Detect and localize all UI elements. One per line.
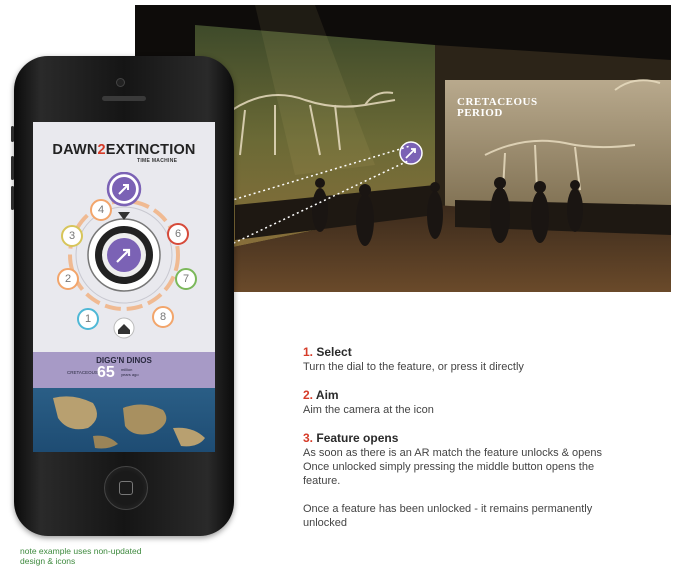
app-title: DAWN2EXTINCTION xyxy=(33,142,215,158)
era-unit: million years ago xyxy=(121,367,139,377)
step-1-description: Turn the dial to the feature, or press i… xyxy=(303,361,524,373)
dial-option-6[interactable]: 6 xyxy=(167,223,189,245)
phone-home-button[interactable] xyxy=(104,466,148,510)
feature-name: DIGG'N DINOS xyxy=(96,356,152,365)
title-dawn: DAWN xyxy=(52,142,98,158)
instructions: 1. Select Turn the dial to the feature, … xyxy=(303,345,663,530)
phone-speaker xyxy=(102,96,146,101)
step-2-number: 2. xyxy=(303,388,314,402)
title-two: 2 xyxy=(97,142,106,158)
step-2-description: Aim the camera at the icon xyxy=(303,404,434,416)
title-extinction: EXTINCTION xyxy=(105,142,196,158)
phone-camera xyxy=(116,78,125,87)
dial-option-1[interactable]: 1 xyxy=(77,308,99,330)
step-select: 1. Select Turn the dial to the feature, … xyxy=(303,345,663,374)
step-1-title: Select xyxy=(316,345,352,359)
dial-option-8[interactable]: 8 xyxy=(152,306,174,328)
app-screen: DAWN2EXTINCTION TIME MACHINE 4 3 2 1 6 7… xyxy=(33,122,215,452)
step-2-title: Aim xyxy=(315,388,339,402)
dial-option-3[interactable]: 3 xyxy=(61,225,83,247)
design-footnote: note example uses non-updated design & i… xyxy=(20,546,142,566)
final-note: Once a feature has been unlocked - it re… xyxy=(303,503,593,529)
phone-mockup: DAWN2EXTINCTION TIME MACHINE 4 3 2 1 6 7… xyxy=(11,56,234,536)
volume-up-button xyxy=(11,156,14,180)
step-3-number: 3. xyxy=(303,431,314,445)
map-continents xyxy=(53,396,205,449)
volume-down-button xyxy=(11,186,14,210)
step-3-description: As soon as there is an AR match the feat… xyxy=(303,447,603,487)
globe-map xyxy=(33,388,215,452)
step-aim: 2. Aim Aim the camera at the icon xyxy=(303,388,663,417)
app-subtitle: TIME MACHINE xyxy=(137,158,178,164)
dial-option-4[interactable]: 4 xyxy=(90,199,112,221)
dial-option-2[interactable]: 2 xyxy=(57,268,79,290)
step-3-title: Feature opens xyxy=(316,431,399,445)
step-1-number: 1. xyxy=(303,345,314,359)
feature-dial[interactable] xyxy=(33,172,215,352)
mute-switch xyxy=(11,126,14,142)
era-value: 65 xyxy=(97,364,115,381)
dial-option-7[interactable]: 7 xyxy=(175,268,197,290)
era-label: CRETACEOUS xyxy=(67,370,98,375)
feature-info-band: DIGG'N DINOS CRETACEOUS 65 million years… xyxy=(33,352,215,388)
era-unit-line2: years ago xyxy=(121,372,139,377)
step-feature-opens: 3. Feature opens As soon as there is an … xyxy=(303,431,663,488)
